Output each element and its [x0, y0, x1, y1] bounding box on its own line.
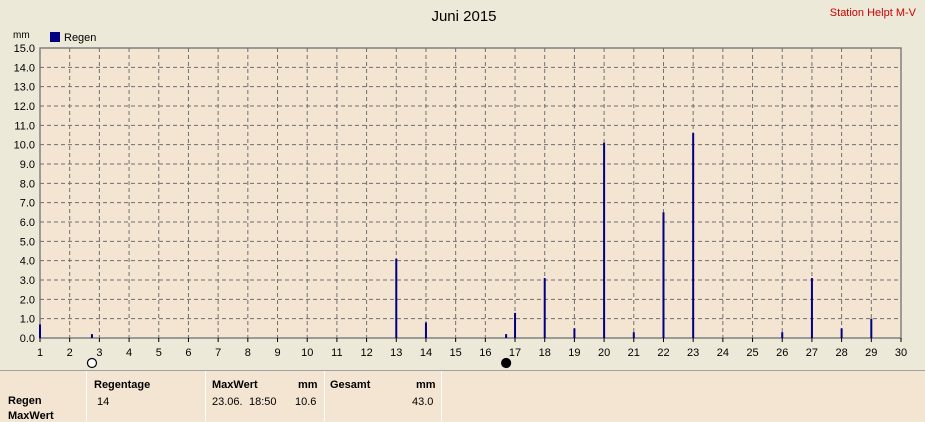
rain-bar-6	[543, 278, 546, 338]
maxwert-unit: mm	[298, 379, 318, 391]
y-tick-label-8: 8.0	[20, 178, 35, 190]
x-tick-label-12: 13	[390, 347, 402, 359]
summary-row-labels: Regen MaxWert	[0, 371, 87, 422]
gesamt-value: 43.0	[412, 396, 434, 408]
y-tick-label-2: 2.0	[20, 294, 35, 306]
y-tick-label-13: 13.0	[14, 82, 35, 94]
chart-title: Juni 2015	[431, 8, 496, 25]
x-tick-label-21: 22	[657, 347, 669, 359]
row-label-regen: Regen	[8, 395, 42, 407]
rain-bar-10	[662, 212, 665, 338]
rain-bar-2	[395, 258, 398, 338]
y-tick-label-3: 3.0	[20, 275, 35, 287]
rain-bar-13	[810, 278, 813, 338]
summary-panel: Regen MaxWert Regentage 14 MaxWert mm 23…	[0, 370, 925, 422]
regentage-label: Regentage	[94, 379, 151, 391]
x-tick-label-17: 18	[539, 347, 551, 359]
rain-bar-9	[632, 332, 635, 338]
x-tick-label-25: 26	[776, 347, 788, 359]
x-tick-label-3: 4	[126, 347, 132, 359]
x-tick-label-5: 6	[185, 347, 191, 359]
rain-bar-4	[505, 334, 508, 338]
y-tick-label-11: 11.0	[14, 120, 35, 132]
x-tick-label-22: 23	[687, 347, 699, 359]
legend-label-regen: Regen	[64, 32, 96, 44]
y-tick-label-4: 4.0	[20, 256, 35, 268]
y-tick-label-6: 6.0	[20, 217, 35, 229]
y-tick-label-0: 0.0	[20, 333, 35, 345]
rain-bar-1	[90, 334, 93, 338]
x-tick-label-20: 21	[628, 347, 640, 359]
y-tick-label-7: 7.0	[20, 198, 35, 210]
x-tick-label-2: 3	[96, 347, 102, 359]
x-tick-label-14: 15	[450, 347, 462, 359]
legend: Regen	[50, 32, 96, 44]
y-tick-label-5: 5.0	[20, 236, 35, 248]
x-tick-label-18: 19	[568, 347, 580, 359]
summary-gesamt: Gesamt mm 43.0	[325, 371, 442, 421]
x-tick-label-15: 16	[479, 347, 491, 359]
y-tick-label-15: 15.0	[14, 43, 35, 55]
x-tick-label-7: 8	[245, 347, 251, 359]
y-tick-label-1: 1.0	[20, 314, 35, 326]
x-tick-label-9: 10	[301, 347, 313, 359]
rain-bar-0	[39, 324, 41, 338]
gesamt-unit: mm	[416, 379, 436, 391]
x-tick-label-26: 27	[806, 347, 818, 359]
x-tick-labels: 1 2 3 4 5 6 7 8 9 10 11 12 13 14 15 16 17 18 19 20 21 22 23 24 2…	[37, 338, 907, 359]
maxwert-value: 10.6	[295, 396, 317, 408]
x-tick-label-23: 24	[717, 347, 729, 359]
x-tick-label-13: 14	[420, 347, 432, 359]
rain-bar-7	[573, 328, 576, 338]
maxwert-time: 18:50	[249, 396, 277, 408]
x-tick-label-6: 7	[215, 347, 221, 359]
y-tick-labels: 0.0 1.0 2.0 3.0 4.0 5.0 6.0 7.0 8.0 9.0 10.0 11.0 12…	[14, 43, 35, 345]
rain-chart: Juni 2015 Station Helpt M-V mm 0.0 1.0 2.0…	[13, 7, 917, 369]
x-tick-label-29: 30	[895, 347, 907, 359]
x-tick-label-4: 5	[156, 347, 162, 359]
x-tick-label-11: 12	[360, 347, 372, 359]
y-axis-unit: mm	[13, 30, 30, 41]
y-tick-label-10: 10.0	[14, 140, 35, 152]
x-tick-label-0: 1	[37, 347, 43, 359]
y-tick-label-14: 14.0	[14, 62, 35, 74]
rain-bar-12	[781, 332, 784, 338]
rain-bar-14	[840, 328, 843, 338]
legend-swatch-regen	[50, 32, 60, 42]
regentage-value: 14	[97, 396, 110, 408]
full-moon-icon-0	[86, 357, 98, 369]
rain-bar-8	[603, 142, 606, 338]
rain-bar-15	[870, 318, 873, 338]
maxwert-label: MaxWert	[212, 379, 258, 391]
x-tick-label-8: 9	[274, 347, 280, 359]
x-tick-label-28: 29	[865, 347, 877, 359]
moon-phase-markers	[86, 357, 512, 369]
gesamt-label: Gesamt	[330, 379, 371, 391]
maxwert-date: 23.06.	[212, 396, 243, 408]
x-tick-label-19: 20	[598, 347, 610, 359]
y-tick-label-12: 12.0	[14, 101, 35, 113]
x-tick-label-27: 28	[835, 347, 847, 359]
plot-area	[39, 47, 902, 339]
x-tick-label-10: 11	[331, 347, 342, 359]
x-tick-label-16: 17	[509, 347, 521, 359]
rain-bar-5	[514, 312, 517, 338]
station-name: Station Helpt M-V	[830, 7, 917, 19]
rain-bar-11	[692, 133, 695, 338]
row-label-maxwert: MaxWert	[8, 410, 54, 422]
x-tick-label-1: 2	[67, 347, 73, 359]
y-tick-label-9: 9.0	[20, 159, 35, 171]
rain-bar-3	[424, 322, 427, 338]
new-moon-icon-1	[501, 357, 512, 369]
x-tick-label-24: 25	[746, 347, 758, 359]
summary-regentage: Regentage 14	[87, 371, 206, 421]
summary-maxwert: MaxWert mm 23.06. 18:50 10.6	[206, 371, 325, 421]
